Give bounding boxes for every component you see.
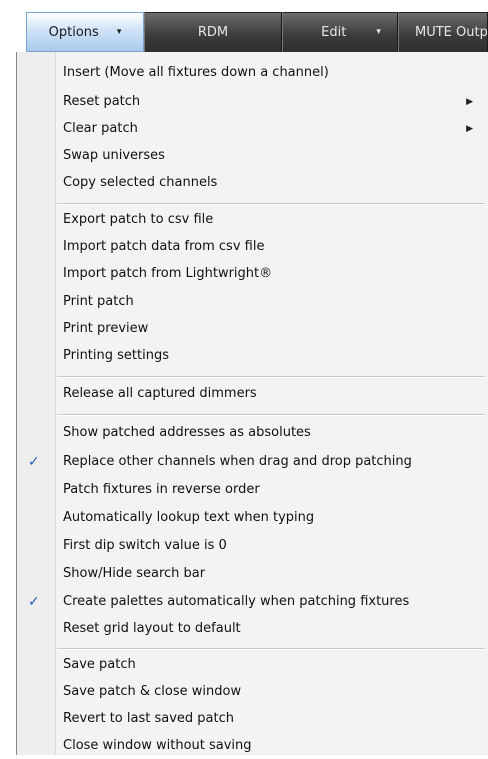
menu-item-insert[interactable]: Insert (Move all fixtures down a channel… <box>17 60 487 86</box>
menu-item-clear-patch[interactable]: Clear patch ▶ <box>17 116 487 142</box>
menu-item-label: First dip switch value is 0 <box>63 538 227 553</box>
menu-item-reverse-order[interactable]: Patch fixtures in reverse order <box>17 477 487 503</box>
menu-item-save-patch[interactable]: Save patch <box>17 652 487 678</box>
tab-edit-label: Edit <box>321 24 347 40</box>
menu-item-label: Save patch <box>63 657 136 672</box>
menu-item-label: Printing settings <box>63 348 169 363</box>
tab-mute-output[interactable]: MUTE Outp <box>398 12 488 52</box>
tab-options[interactable]: Options ▾ <box>26 12 144 52</box>
submenu-arrow-icon: ▶ <box>466 97 473 107</box>
menu-item-revert-patch[interactable]: Revert to last saved patch <box>17 706 487 732</box>
menu-item-label: Swap universes <box>63 148 165 163</box>
menu-item-label: Reset grid layout to default <box>63 621 241 636</box>
menu-item-label: Print patch <box>63 294 134 309</box>
menu-item-label: Clear patch <box>63 121 138 136</box>
menu-item-print-preview[interactable]: Print preview <box>17 316 487 342</box>
menu-item-label: Print preview <box>63 321 149 336</box>
menu-item-label: Import patch data from csv file <box>63 239 265 254</box>
tab-options-label: Options <box>48 24 99 40</box>
tab-rdm[interactable]: RDM <box>144 12 282 52</box>
menu-separator <box>57 376 485 378</box>
tab-rdm-label: RDM <box>197 24 229 40</box>
menu-item-label: Create palettes automatically when patch… <box>63 594 410 609</box>
menu-item-reset-grid-layout[interactable]: Reset grid layout to default <box>17 616 487 642</box>
menu-item-label: Replace other channels when drag and dro… <box>63 454 412 469</box>
menu-item-label: Patch fixtures in reverse order <box>63 482 260 497</box>
tab-mute-output-label: MUTE Outp <box>415 24 488 40</box>
menu-item-save-and-close[interactable]: Save patch & close window <box>17 679 487 705</box>
menu-item-label: Export patch to csv file <box>63 212 214 227</box>
menu-item-reset-patch[interactable]: Reset patch ▶ <box>17 89 487 115</box>
toolbar: Options ▾ RDM Edit ▾ MUTE Outp <box>0 0 488 53</box>
chevron-down-icon: ▾ <box>116 27 122 37</box>
menu-item-swap-universes[interactable]: Swap universes <box>17 143 487 169</box>
checkmark-icon: ✓ <box>28 594 40 610</box>
menu-item-label: Save patch & close window <box>63 684 242 699</box>
menu-item-label: Show/Hide search bar <box>63 566 206 581</box>
menu-item-show-hide-search[interactable]: Show/Hide search bar <box>17 561 487 587</box>
menu-item-release-captured-dimmers[interactable]: Release all captured dimmers <box>17 381 487 407</box>
menu-item-create-palettes[interactable]: ✓ Create palettes automatically when pat… <box>17 589 487 615</box>
menu-item-import-csv[interactable]: Import patch data from csv file <box>17 234 487 260</box>
menu-item-export-csv[interactable]: Export patch to csv file <box>17 207 487 233</box>
menu-separator <box>57 203 485 205</box>
options-dropdown-menu: Insert (Move all fixtures down a channel… <box>16 52 488 755</box>
menu-separator <box>57 648 485 650</box>
menu-separator <box>57 414 485 416</box>
menu-item-label: Automatically lookup text when typing <box>63 510 315 525</box>
chevron-down-icon: ▾ <box>376 27 381 37</box>
menu-item-label: Copy selected channels <box>63 175 218 190</box>
tab-edit[interactable]: Edit ▾ <box>282 12 398 52</box>
menu-item-label: Revert to last saved patch <box>63 711 234 726</box>
menu-item-label: Release all captured dimmers <box>63 386 257 401</box>
menu-item-auto-lookup[interactable]: Automatically lookup text when typing <box>17 505 487 531</box>
menu-item-printing-settings[interactable]: Printing settings <box>17 343 487 369</box>
submenu-arrow-icon: ▶ <box>466 124 473 134</box>
menu-item-label: Reset patch <box>63 94 141 109</box>
menu-item-label: Import patch from Lightwright® <box>63 266 273 281</box>
menu-item-print-patch[interactable]: Print patch <box>17 289 487 315</box>
menu-item-copy-selected-channels[interactable]: Copy selected channels <box>17 170 487 196</box>
menu-item-replace-channels[interactable]: ✓ Replace other channels when drag and d… <box>17 449 487 475</box>
menu-item-label: Close window without saving <box>63 738 252 753</box>
menu-item-first-dip-switch[interactable]: First dip switch value is 0 <box>17 533 487 559</box>
menu-item-label: Show patched addresses as absolutes <box>63 425 311 440</box>
menu-item-label: Insert (Move all fixtures down a channel… <box>63 65 329 80</box>
checkmark-icon: ✓ <box>28 454 40 470</box>
menu-item-close-without-saving[interactable]: Close window without saving <box>17 733 487 759</box>
menu-item-import-lightwright[interactable]: Import patch from Lightwright® <box>17 261 487 287</box>
menu-item-show-absolutes[interactable]: Show patched addresses as absolutes <box>17 420 487 446</box>
